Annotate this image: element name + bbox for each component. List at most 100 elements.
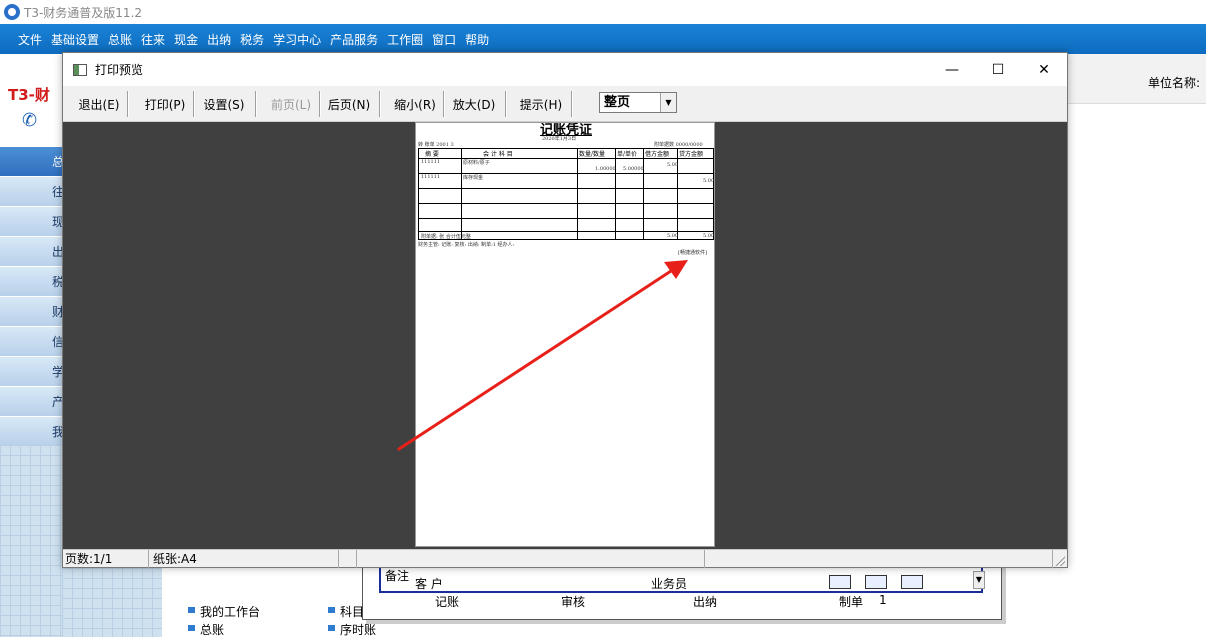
page-count: 页数:1/1 bbox=[63, 550, 149, 568]
cashier-label: 出纳 bbox=[693, 595, 718, 609]
hint-button[interactable]: 提示(H) bbox=[517, 94, 565, 116]
col-header-summary: 摘 要 bbox=[425, 151, 439, 158]
col-header-debit: 借方金额 bbox=[645, 151, 670, 158]
bookkeep-label: 记账 bbox=[435, 595, 460, 609]
menu-tax[interactable]: 税务 bbox=[240, 31, 264, 48]
voucher-footer: 财务主管: 记账: 复核: 出纳: 制单:1 经办人: bbox=[418, 242, 515, 248]
col-header-price: 单/单价 bbox=[617, 151, 638, 158]
toolbar-separator bbox=[571, 91, 573, 117]
menu-receivables[interactable]: 往来 bbox=[141, 31, 165, 48]
prev-page-button[interactable]: 前页(L) bbox=[265, 94, 317, 116]
menu-help[interactable]: 帮助 bbox=[465, 31, 489, 48]
preview-toolbar: 退出(E) 打印(P) 设置(S) 前页(L) 后页(N) 缩小(R) 放大(D… bbox=[63, 86, 1067, 122]
print-preview-dialog: 打印预览 — ☐ ✕ 退出(E) 打印(P) 设置(S) 前页(L) 后页(N)… bbox=[62, 52, 1068, 568]
toolbar-separator bbox=[255, 91, 257, 117]
row2-credit: 5.00 bbox=[703, 178, 715, 184]
col-header-account: 会 计 科 目 bbox=[483, 151, 513, 158]
remark-label: 备注 bbox=[385, 569, 410, 583]
toolbar-separator bbox=[505, 91, 507, 117]
total-label: 附单据: 张 合计伍元整 bbox=[421, 234, 471, 240]
menu-window[interactable]: 窗口 bbox=[432, 31, 456, 48]
zoom-in-button[interactable]: 放大(D) bbox=[450, 94, 498, 116]
maximize-button[interactable]: ☐ bbox=[975, 53, 1021, 86]
unit-name-label: 单位名称: bbox=[1148, 76, 1201, 90]
menu-cashier[interactable]: 出纳 bbox=[207, 31, 231, 48]
row1-account: 原材料/原子 bbox=[463, 160, 490, 166]
toolbar-separator bbox=[193, 91, 195, 117]
left-nav-item-finance[interactable]: 财 bbox=[0, 297, 62, 327]
menu-cash[interactable]: 现金 bbox=[174, 31, 198, 48]
col-header-quantity: 数量/数量 bbox=[579, 151, 606, 158]
id-card-icon[interactable] bbox=[865, 575, 887, 589]
link-accounts[interactable]: 科目 bbox=[326, 603, 364, 620]
dialog-title-bar: 打印预览 — ☐ ✕ bbox=[63, 53, 1067, 86]
bottom-grid-decoration bbox=[62, 568, 162, 637]
card-icon[interactable] bbox=[829, 575, 851, 589]
status-bar: 页数:1/1 纸张:A4 bbox=[63, 549, 1067, 568]
left-nav-item-product[interactable]: 产 bbox=[0, 387, 62, 417]
left-nav-item-mine[interactable]: 我 bbox=[0, 417, 62, 447]
status-cell-empty bbox=[707, 550, 1053, 568]
row1-code: 111111 bbox=[421, 159, 441, 165]
toolbar-separator bbox=[443, 91, 445, 117]
voucher-number: 转 账单 2001 3 bbox=[418, 142, 454, 148]
col-header-credit: 贷方金额 bbox=[679, 151, 704, 158]
row1-price: 5.00000 bbox=[623, 166, 644, 172]
left-nav: 总 往 现 出 税 财 信 学 产 我 bbox=[0, 147, 62, 447]
left-nav-item-general[interactable]: 总 bbox=[0, 147, 62, 177]
toolbar-separator bbox=[127, 91, 129, 117]
chevron-down-icon[interactable]: ▼ bbox=[973, 571, 985, 589]
exit-button[interactable]: 退出(E) bbox=[73, 94, 125, 116]
edit-icon[interactable] bbox=[901, 575, 923, 589]
preview-page: 记账凭证 2020年1月3日 转 账单 2001 3 附单据数 0000/000… bbox=[415, 122, 715, 547]
left-nav-item-cashier[interactable]: 出 bbox=[0, 237, 62, 267]
link-journal[interactable]: 序时账 bbox=[326, 621, 376, 637]
settings-button[interactable]: 设置(S) bbox=[198, 94, 250, 116]
status-cell-empty bbox=[359, 550, 705, 568]
left-nav-item-learn[interactable]: 学 bbox=[0, 357, 62, 387]
zoom-out-button[interactable]: 缩小(R) bbox=[391, 94, 439, 116]
dialog-title: 打印预览 bbox=[95, 63, 144, 77]
menu-work-circle[interactable]: 工作圈 bbox=[387, 31, 423, 48]
menu-product-services[interactable]: 产品服务 bbox=[330, 31, 378, 48]
zoom-select[interactable]: 整页 ▼ bbox=[599, 92, 677, 113]
toolbar-separator bbox=[379, 91, 381, 117]
menu-learning-center[interactable]: 学习中心 bbox=[273, 31, 321, 48]
voucher-table: 摘 要 会 计 科 目 数量/数量 单/单价 借方金额 贷方金额 111111 … bbox=[418, 148, 714, 240]
row1-debit: 5.00 bbox=[667, 162, 679, 168]
minimize-button[interactable]: — bbox=[929, 53, 975, 86]
left-nav-item-cash[interactable]: 现 bbox=[0, 207, 62, 237]
app-title-bar: T3-财务通普及版11.2 bbox=[0, 0, 1206, 24]
left-grid-decoration bbox=[0, 445, 62, 637]
voucher-window-background: 备注 客 户 业务员 ▼ 记账 审核 出纳 制单 1 bbox=[362, 563, 1002, 620]
brand-logo: T3-财 bbox=[8, 86, 50, 104]
total-debit: 5.00 bbox=[667, 233, 679, 239]
software-stamp: [畅捷通软件] bbox=[678, 250, 707, 256]
zoom-select-value: 整页 bbox=[604, 95, 631, 110]
row1-qty: 1.00000 bbox=[595, 166, 616, 172]
menu-file[interactable]: 文件 bbox=[18, 31, 42, 48]
toolbar-separator bbox=[319, 91, 321, 117]
window-icon bbox=[73, 63, 87, 76]
left-nav-item-receivables[interactable]: 往 bbox=[0, 177, 62, 207]
print-button[interactable]: 打印(P) bbox=[139, 94, 191, 116]
phone-icon: ✆ bbox=[22, 110, 38, 131]
menu-basic-settings[interactable]: 基础设置 bbox=[51, 31, 99, 48]
total-credit: 5.00 bbox=[703, 233, 715, 239]
chevron-down-icon[interactable]: ▼ bbox=[660, 93, 676, 112]
app-title: T3-财务通普及版11.2 bbox=[24, 5, 143, 20]
next-page-button[interactable]: 后页(N) bbox=[325, 94, 373, 116]
left-nav-item-info[interactable]: 信 bbox=[0, 327, 62, 357]
paper-size: 纸张:A4 bbox=[151, 550, 339, 568]
link-my-workbench[interactable]: 我的工作台 bbox=[186, 603, 260, 620]
customer-label: 客 户 bbox=[415, 577, 443, 591]
menu-general-ledger[interactable]: 总账 bbox=[108, 31, 132, 48]
app-logo-icon bbox=[4, 4, 20, 20]
attachment-count: 附单据数 0000/0000 bbox=[654, 142, 703, 148]
preview-canvas[interactable]: 记账凭证 2020年1月3日 转 账单 2001 3 附单据数 0000/000… bbox=[63, 122, 1067, 549]
resize-grip-icon[interactable] bbox=[1053, 554, 1065, 566]
close-button[interactable]: ✕ bbox=[1021, 53, 1067, 86]
link-general-ledger[interactable]: 总账 bbox=[186, 621, 224, 637]
menubar: 文件 基础设置 总账 往来 现金 出纳 税务 学习中心 产品服务 工作圈 窗口 … bbox=[0, 24, 1206, 54]
left-nav-item-tax[interactable]: 税 bbox=[0, 267, 62, 297]
